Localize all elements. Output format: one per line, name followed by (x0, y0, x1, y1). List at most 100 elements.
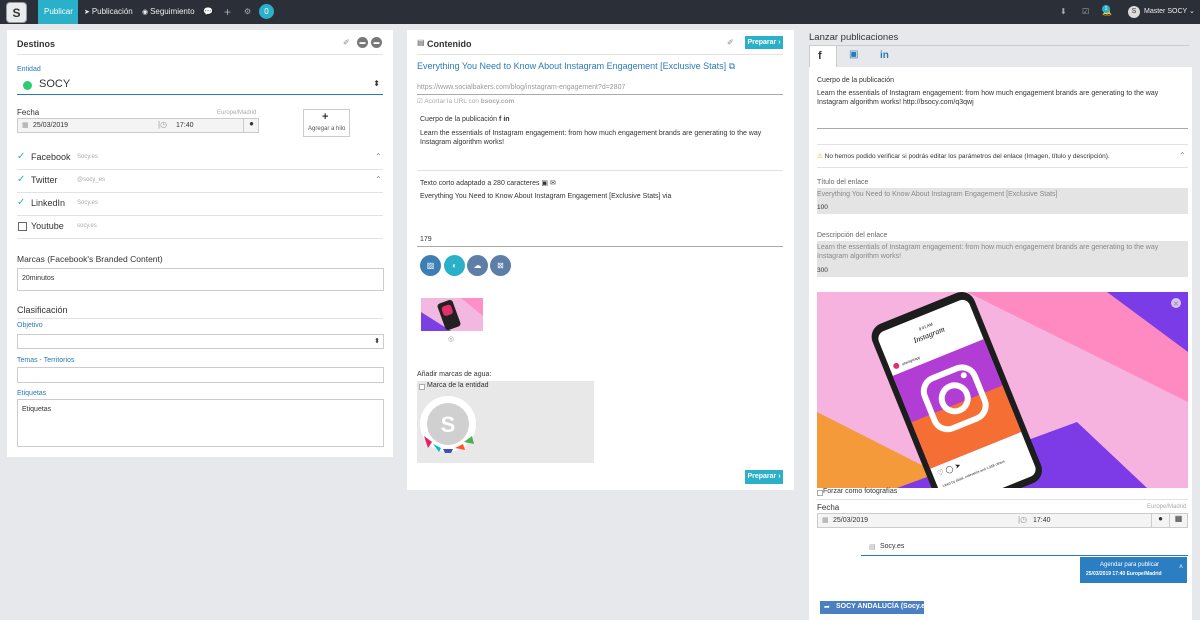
plus-icon[interactable]: + (224, 0, 231, 24)
time-value: 17:40 (176, 122, 194, 129)
entity-status-dot (23, 81, 32, 90)
marcas-input[interactable]: 20minutos (17, 268, 384, 291)
globe-icon[interactable]: ● (243, 119, 259, 132)
app-logo[interactable]: S (6, 2, 27, 23)
acortar-option[interactable]: ☑ Acortar la URL con bsocy.com (417, 97, 514, 105)
media-library-icon[interactable]: ◐ (444, 255, 465, 276)
marca-entidad-checkbox[interactable] (419, 384, 425, 390)
timezone-label: Europe/Madrid (217, 110, 257, 116)
watermark-label: Añadir marcas de agua: (417, 371, 492, 378)
facebook-account: Socy.es (77, 154, 98, 160)
notification-badge[interactable]: 0 (259, 4, 274, 19)
gear-icon[interactable]: ⚙ (244, 0, 251, 24)
entidad-select[interactable]: SOCY ⬍ (17, 75, 383, 95)
lanzar-date-time-input[interactable]: ▦ 25/03/2019 |◷ 17:40 ● ▦ (817, 513, 1188, 528)
chevron-down-icon: ⌄ (1187, 8, 1195, 15)
watermark-preview: Marca de la entidad S (417, 381, 594, 463)
fecha-label: Fecha (17, 108, 40, 117)
external-link-icon: ⧉ (728, 61, 736, 71)
cuerpo-text-line1[interactable]: Learn the essentials of Instagram engage… (420, 130, 761, 137)
user-avatar[interactable]: S (1128, 6, 1140, 18)
lanzar-time-value: 17:40 (1033, 517, 1051, 524)
user-menu[interactable]: Master SOCY ⌄ (1144, 0, 1195, 24)
chat-icon[interactable]: 💬 (203, 0, 213, 24)
folder-icon[interactable]: ▬ (357, 37, 368, 48)
forzar-label: Forzar como fotografías (823, 488, 898, 495)
facebook-icon: f (818, 50, 822, 62)
agendar-button[interactable]: Agendar para publicar 25/03/2019 17:40 E… (1080, 557, 1187, 583)
chevron-up-icon[interactable]: ⌃ (375, 152, 382, 161)
lanzar-fecha-label: Fecha (817, 503, 840, 512)
youtube-checkbox[interactable] (18, 222, 27, 231)
chevron-up-icon[interactable]: ⌃ (375, 175, 382, 184)
facebook-label: Facebook (31, 152, 71, 162)
linkedin-label: LinkedIn (31, 198, 66, 208)
chevron-up-icon[interactable]: ˄ (1179, 564, 1183, 571)
linkedin-account: Socy.es (77, 200, 98, 206)
facebook-icon: f (499, 116, 502, 123)
preparar-top-button[interactable]: Preparar › (745, 36, 783, 49)
eraser-icon[interactable]: ✐ (727, 38, 734, 47)
document-icon: ▤ (417, 38, 425, 47)
youtube-label: Youtube (31, 221, 64, 231)
titulo-input[interactable]: Everything You Need to Know About Instag… (817, 188, 1188, 214)
lanzar-title: Lanzar publicaciones (809, 32, 899, 43)
contenido-panel: ▤ Contenido ✐ Preparar › Everything You … (407, 30, 794, 490)
temas-input[interactable] (17, 367, 384, 383)
descripcion-line2: Instagram algorithm works! (817, 253, 902, 260)
objetivo-select[interactable]: ⬍ (17, 334, 384, 349)
add-thread-label: Agregar a hilo (308, 126, 346, 132)
preparar-bottom-button[interactable]: Preparar › (745, 470, 783, 484)
upload-image-icon[interactable]: ▨ (420, 255, 441, 276)
tab-linkedin[interactable]: in (880, 50, 889, 61)
date-time-input[interactable]: ▦ 25/03/2019 |◷ 17:40 ● (17, 118, 259, 133)
tasks-icon[interactable]: ☑ (1082, 0, 1089, 24)
link-title[interactable]: Everything You Need to Know About Instag… (417, 61, 735, 72)
facebook-check-icon[interactable]: ✓ (17, 151, 25, 162)
clock-icon: |◷ (1018, 515, 1028, 524)
thumbnail-image[interactable] (421, 298, 483, 331)
add-thread-button[interactable]: + Agregar a hilo (303, 109, 350, 137)
andalucia-label: SOCY ANDALUCÍA (Socy.es) (836, 603, 932, 610)
etiquetas-input[interactable]: Etiquetas (17, 399, 384, 447)
lanzar-cuerpo-line2[interactable]: Instagram algorithm works! http://bsocy.… (817, 99, 974, 106)
cuerpo-label: Cuerpo de la publicación f in (420, 116, 510, 123)
eraser-icon[interactable]: ✐ (343, 38, 350, 47)
calendar-icon: ▦ (22, 122, 29, 129)
send-icon: ➤ (84, 9, 92, 16)
tab-facebook[interactable]: f (809, 45, 837, 67)
select-arrow-icon: ⬍ (374, 338, 380, 345)
globe-icon[interactable]: ● (1151, 514, 1169, 527)
close-preview-icon: × (1173, 299, 1180, 308)
marcas-value: 20minutos (22, 275, 55, 282)
tab-twitter[interactable]: ▣ (849, 49, 858, 60)
lanzar-cuerpo-line1[interactable]: Learn the essentials of Instagram engage… (817, 90, 1158, 97)
download-icon[interactable]: ⬇ (1060, 0, 1067, 24)
texto-corto-text[interactable]: Everything You Need to Know About Instag… (420, 193, 671, 200)
calendar-picker-icon[interactable]: ▦ (1169, 514, 1187, 527)
chevron-up-icon[interactable]: ⌃ (1179, 151, 1186, 160)
entity-logo: S (420, 396, 476, 453)
cuerpo-text-line2[interactable]: Instagram algorithm works! (420, 139, 504, 146)
link-preview-image[interactable]: 9:41 AM Instagram afterlightapp ♡ ◯ ➤ Li… (817, 292, 1188, 488)
temas-label: Temas - Territorios (17, 357, 75, 364)
share-icon: ➦ (824, 604, 830, 611)
entidad-value: SOCY (39, 78, 71, 90)
crop-icon[interactable]: ⊠ (490, 255, 511, 276)
cloud-icon[interactable]: ☁ (467, 255, 488, 276)
svg-text:S: S (441, 412, 456, 437)
folder-open-icon[interactable]: ▬ (371, 37, 382, 48)
twitter-check-icon[interactable]: ✓ (17, 174, 25, 185)
linkedin-check-icon[interactable]: ✓ (17, 197, 25, 208)
plus-icon: + (322, 111, 329, 123)
delete-thumbnail-icon[interactable]: ◎ (448, 335, 454, 343)
calendar-icon: ▦ (822, 517, 829, 524)
twitter-account: @socy_es (77, 177, 106, 183)
marca-entidad-label: Marca de la entidad (427, 382, 489, 389)
tab-publicar[interactable]: Publicar (38, 0, 78, 24)
andalucia-share-button[interactable]: ➦ SOCY ANDALUCÍA (Socy.es) (820, 601, 931, 614)
tab-publicacion[interactable]: ➤ Publicación (84, 0, 133, 24)
tab-seguimiento[interactable]: ◉ Seguimiento (142, 0, 195, 24)
url-input[interactable]: https://www.socialbakers.com/blog/instag… (417, 84, 625, 91)
descripcion-input[interactable]: Learn the essentials of Instagram engage… (817, 241, 1188, 277)
